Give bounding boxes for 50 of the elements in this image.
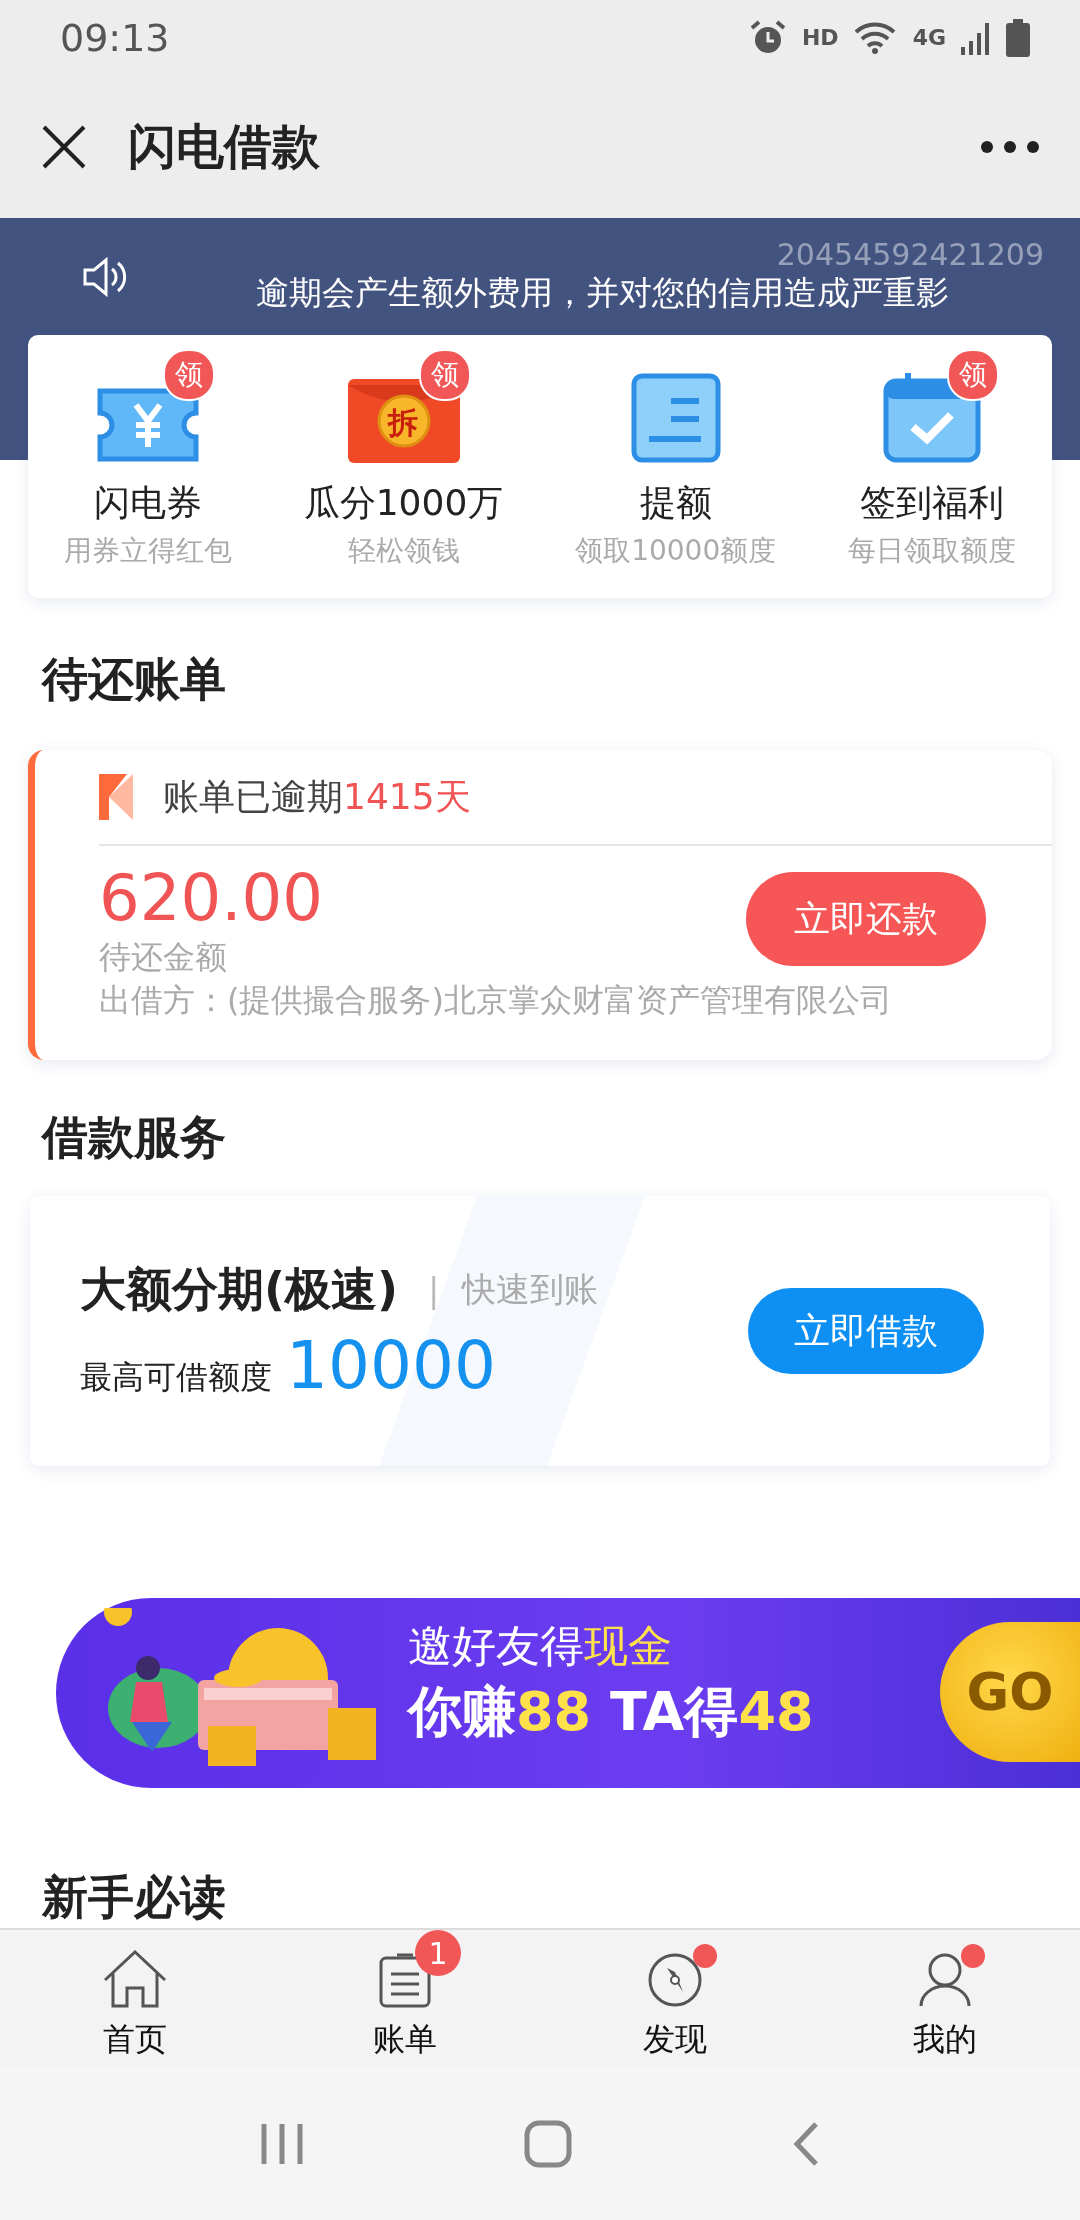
notice-text: 逾期会产生额外费用，并对您的信用造成严重影: [256, 271, 950, 314]
tab-item[interactable]: 发现: [540, 1930, 810, 2067]
ticket-icon: [95, 387, 200, 463]
shortcut-caption: 轻松领钱: [347, 533, 460, 569]
amount-due: 620.00: [99, 860, 324, 936]
speaker-icon: [82, 256, 128, 297]
lender-text: 出借方：(提供撮合服务)北京掌众财富资产管理有限公司: [99, 980, 893, 1021]
section-heading: 借款服务: [40, 1109, 227, 1166]
battery-icon: [1006, 18, 1030, 57]
tab-item[interactable]: 首页: [0, 1930, 270, 2067]
separator: |: [428, 1269, 440, 1310]
claim-badge: 领: [162, 349, 215, 401]
clipboard-icon: [379, 1952, 431, 2008]
more-icon[interactable]: [980, 139, 1040, 154]
page-title: 闪电借款: [128, 116, 321, 176]
network-label: 4G: [912, 25, 946, 50]
home-button-icon[interactable]: [524, 2119, 572, 2168]
shortcut-label[interactable]: 签到福利: [860, 479, 1005, 528]
amount-label: 待还金额: [99, 937, 228, 978]
promo-reward: 你赚88 TA得48: [408, 1679, 814, 1745]
document-icon: [630, 373, 721, 463]
limit-label: 最高可借额度: [80, 1356, 272, 1398]
go-button[interactable]: GO: [940, 1622, 1080, 1762]
shortcut-caption: 领取10000额度: [575, 533, 777, 569]
home-icon: [103, 1950, 167, 2008]
bill-logo-icon: [99, 774, 133, 820]
tab-item[interactable]: 我的: [810, 1930, 1080, 2067]
user-id-overlay: 20454592421209: [776, 238, 1044, 271]
section-heading: 待还账单: [40, 651, 227, 708]
claim-badge: 领: [947, 349, 1000, 401]
shortcut-label[interactable]: 瓜分1000万: [303, 479, 504, 528]
promo-headline: 邀好友得现金: [408, 1619, 673, 1673]
tab-item[interactable]: 1 账单: [270, 1930, 540, 2067]
signal-icon: [960, 20, 992, 55]
shortcut-label[interactable]: 闪电券: [93, 479, 202, 528]
limit-amount: 10000: [286, 1326, 496, 1404]
shortcut-label[interactable]: 提额: [639, 479, 712, 528]
loan-tag: 快速到账: [461, 1266, 598, 1313]
recent-apps-icon[interactable]: [260, 2121, 304, 2166]
back-icon[interactable]: [792, 2120, 820, 2167]
count-badge: 1: [415, 1930, 461, 1976]
hd-label: HD: [801, 25, 839, 50]
clock-time: 09:13: [60, 15, 171, 60]
loan-title: 大额分期(极速): [80, 1260, 399, 1318]
section-heading: 新手必读: [41, 1869, 227, 1926]
shortcut-caption: 用券立得红包: [63, 533, 232, 569]
shortcut-caption: 每日领取额度: [848, 533, 1017, 569]
overdue-status: 账单已逾期1415天: [163, 774, 471, 819]
compass-icon: [647, 1952, 703, 2008]
person-icon: [919, 1952, 971, 2008]
